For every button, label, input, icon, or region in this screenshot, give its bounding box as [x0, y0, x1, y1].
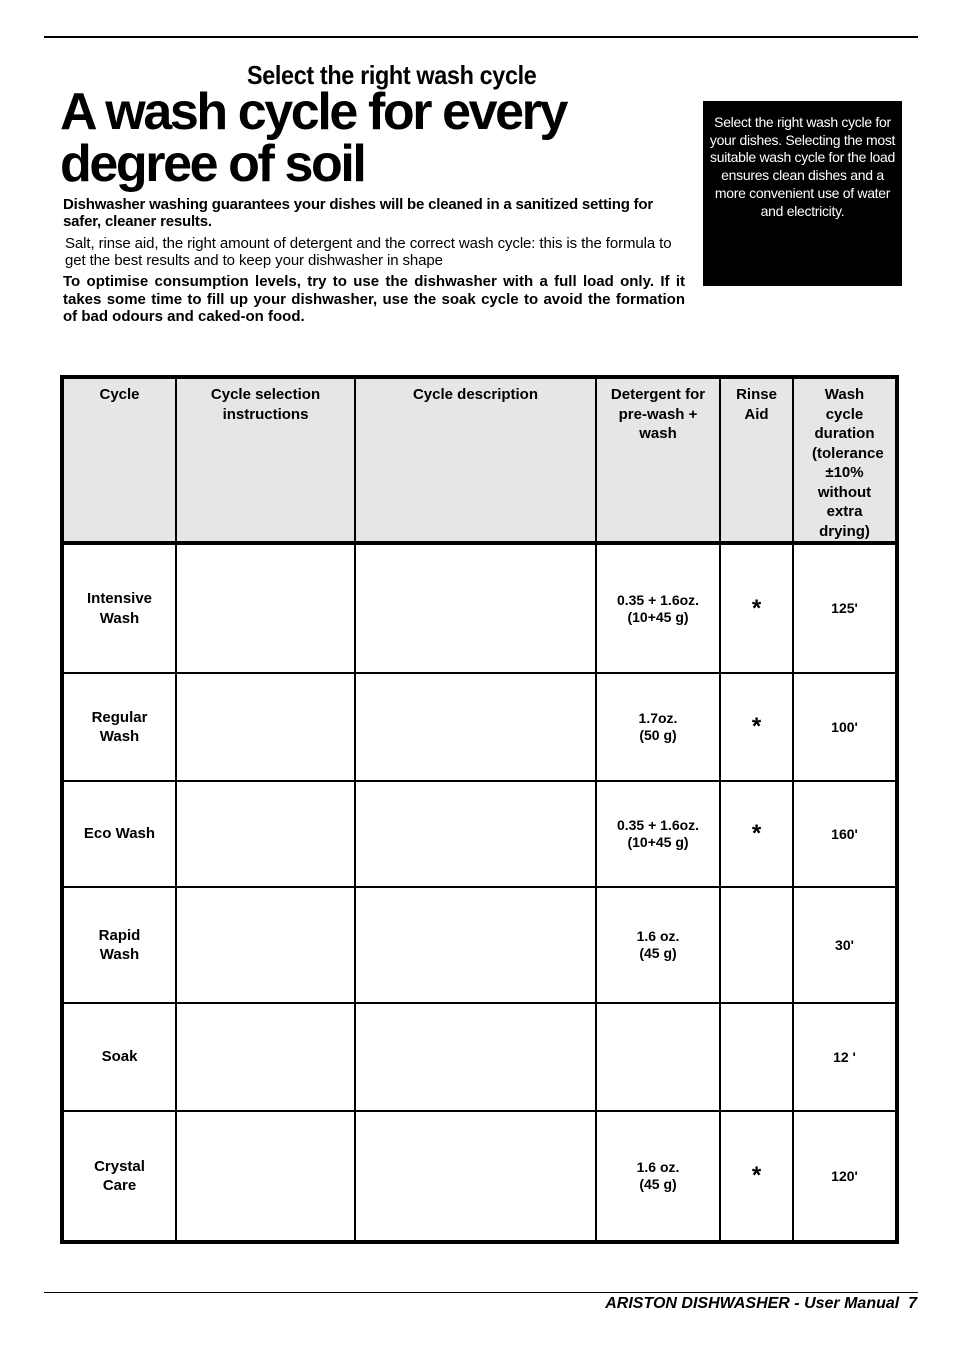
cycle-name-cell: Intensive Wash [61, 542, 177, 674]
header-detergent: Detergent for pre-wash + wash [595, 376, 721, 545]
description-cell [354, 542, 597, 674]
table-row: Rapid Wash 1.6 oz. (45 g) 30' [61, 886, 898, 1004]
rinse-aid-cell: * [719, 1110, 794, 1243]
duration-cell: 100' [792, 672, 898, 782]
instructions-cell [175, 672, 356, 782]
detergent-oz: 0.35 + 1.6oz. [616, 817, 700, 833]
detergent-grams: (50 g) [639, 727, 677, 743]
intro-paragraph-1: Dishwasher washing guarantees your dishe… [63, 196, 654, 230]
cycle-name-cell: Eco Wash [61, 780, 177, 888]
detergent-cell: 0.35 + 1.6oz. (10+45 g) [595, 780, 721, 888]
duration-cell: 30' [792, 886, 898, 1004]
duration-cell: 120' [792, 1110, 898, 1243]
info-sidebox: Select the right wash cycle for your dis… [703, 101, 902, 286]
duration-cell: 125' [792, 542, 898, 674]
title-line-2: degree of soil [60, 135, 367, 193]
page-title: A wash cycle for every degree of soil [60, 83, 568, 193]
duration-cell: 12 ' [792, 1002, 898, 1112]
instructions-cell [175, 780, 356, 888]
header-instructions: Cycle selection instructions [175, 376, 356, 545]
detergent-oz: 1.6 oz. [636, 928, 680, 944]
instructions-cell [175, 1110, 356, 1243]
rinse-aid-cell [719, 886, 794, 1004]
table-row: Crystal Care 1.6 oz. (45 g) * 120' [61, 1110, 898, 1243]
header-cycle: Cycle [61, 376, 177, 545]
cycle-name-cell: Regular Wash [61, 672, 177, 782]
detergent-oz: 1.7oz. [638, 710, 678, 726]
wash-cycle-table: Cycle Cycle selection instructions Cycle… [60, 375, 899, 1244]
description-cell [354, 1110, 597, 1243]
table-row: Intensive Wash 0.35 + 1.6oz. (10+45 g) * 125… [61, 542, 898, 674]
title-line-1: A wash cycle for every [60, 83, 568, 141]
header-duration: Wash cycle duration (tolerance ±10% with… [792, 376, 898, 545]
instructions-cell [175, 1002, 356, 1112]
description-cell [354, 886, 597, 1004]
table-header-row: Cycle Cycle selection instructions Cycle… [61, 376, 898, 545]
intro-paragraph-2: Salt, rinse aid, the right amount of det… [65, 235, 672, 269]
detergent-cell: 0.35 + 1.6oz. (10+45 g) [595, 542, 721, 674]
intro-paragraph-3: To optimise consumption levels, try to u… [63, 273, 685, 325]
instructions-cell [175, 886, 356, 1004]
description-cell [354, 672, 597, 782]
bottom-divider [44, 1292, 918, 1293]
cycle-name-cell: Rapid Wash [61, 886, 177, 1004]
detergent-grams: (10+45 g) [627, 834, 689, 850]
description-cell [354, 780, 597, 888]
detergent-oz: 0.35 + 1.6oz. [616, 591, 700, 608]
instructions-cell [175, 542, 356, 674]
table-row: Regular Wash 1.7oz. (50 g) * 100' [61, 672, 898, 782]
rinse-aid-cell [719, 1002, 794, 1112]
rinse-aid-cell: * [719, 780, 794, 888]
table-row: Eco Wash 0.35 + 1.6oz. (10+45 g) * 160' [61, 780, 898, 888]
page-number: 7 [908, 1295, 917, 1312]
detergent-grams: (10+45 g) [627, 608, 689, 625]
duration-cell: 160' [792, 780, 898, 888]
rinse-aid-cell: * [719, 672, 794, 782]
cycle-name-cell: Crystal Care [61, 1110, 177, 1243]
top-divider [44, 36, 918, 38]
detergent-cell [595, 1002, 721, 1112]
cycle-name-cell: Soak [61, 1002, 177, 1112]
detergent-oz: 1.6 oz. [636, 1159, 680, 1175]
page-footer: ARISTON DISHWASHER - User Manual 7 [605, 1295, 917, 1313]
header-rinse-aid: Rinse Aid [719, 376, 794, 545]
detergent-grams: (45 g) [639, 1176, 677, 1192]
detergent-cell: 1.7oz. (50 g) [595, 672, 721, 782]
description-cell [354, 1002, 597, 1112]
footer-title: ARISTON DISHWASHER - User Manual [605, 1295, 900, 1312]
table-row: Soak 12 ' [61, 1002, 898, 1112]
detergent-cell: 1.6 oz. (45 g) [595, 1110, 721, 1243]
rinse-aid-cell: * [719, 542, 794, 674]
detergent-cell: 1.6 oz. (45 g) [595, 886, 721, 1004]
detergent-grams: (45 g) [639, 945, 677, 961]
header-description: Cycle description [354, 376, 597, 545]
